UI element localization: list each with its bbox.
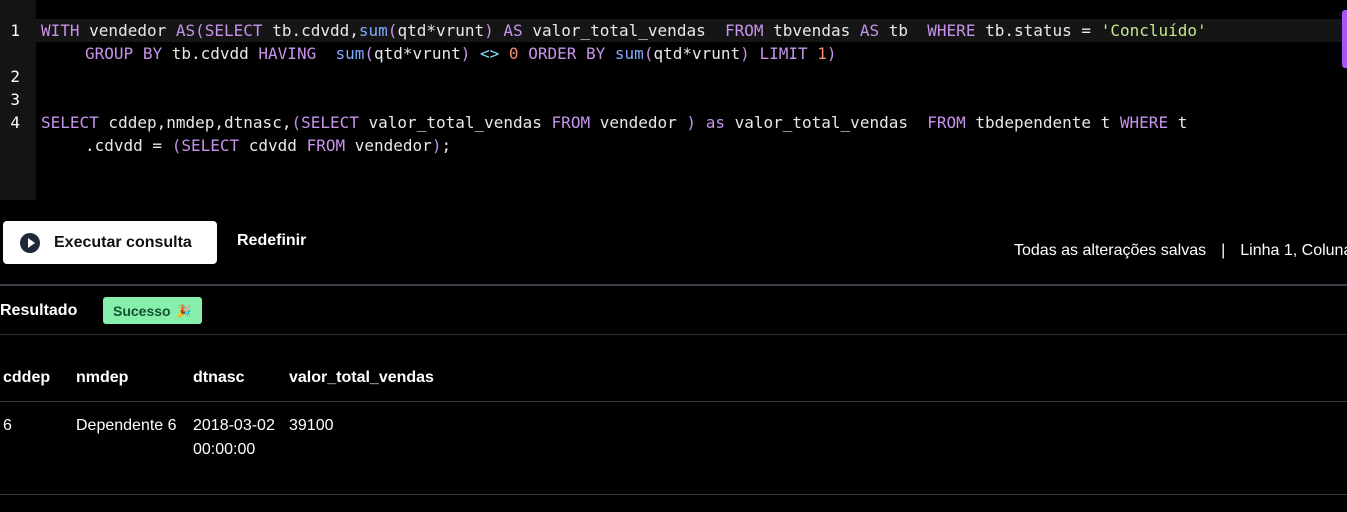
result-title: Resultado — [0, 302, 78, 319]
column-header: nmdep — [76, 369, 129, 386]
table-cell: 39100 — [289, 417, 334, 434]
party-icon: 🎉 — [176, 303, 192, 318]
editor-scrollbar[interactable] — [1342, 10, 1347, 68]
code-line[interactable]: WITH vendedor AS(SELECT tb.cdvdd,sum(qtd… — [41, 19, 1207, 42]
table-cell: Dependente 6 — [76, 417, 177, 434]
save-status: Todas as alterações salvas — [1014, 242, 1207, 259]
status-separator: | — [1221, 242, 1226, 259]
play-icon — [20, 232, 40, 253]
status-badge-label: Sucesso — [113, 302, 171, 319]
run-query-label: Executar consulta — [54, 233, 192, 251]
status-badge: Sucesso 🎉 — [103, 297, 202, 324]
line-number: 1 — [10, 21, 20, 40]
sql-playground: 1 2 3 4 WITH vendedor AS(SELECT tb.cdvdd… — [0, 0, 1347, 512]
cursor-position: Linha 1, Coluna 1 — [1240, 242, 1347, 259]
line-number: 3 — [10, 90, 20, 109]
code-line[interactable]: .cdvdd = (SELECT cdvdd FROM vendedor); — [85, 134, 451, 157]
run-query-button[interactable]: Executar consulta — [3, 221, 217, 264]
code-line[interactable]: GROUP BY tb.cdvdd HAVING sum(qtd*vrunt) … — [85, 42, 837, 65]
table-cell: 6 — [3, 417, 12, 434]
column-header: cddep — [3, 369, 51, 386]
table-cell: 2018-03-02 00:00:00 — [193, 417, 275, 458]
table-row-divider — [0, 494, 1347, 495]
line-number: 4 — [10, 113, 20, 132]
code-line[interactable]: SELECT cddep,nmdep,dtnasc,(SELECT valor_… — [41, 111, 1187, 134]
column-header: dtnasc — [193, 369, 245, 386]
sql-editor[interactable]: 1 2 3 4 WITH vendedor AS(SELECT tb.cdvdd… — [0, 0, 1347, 200]
line-number: 2 — [10, 67, 20, 86]
column-header: valor_total_vendas — [289, 369, 434, 386]
result-header-divider — [0, 334, 1347, 335]
editor-status: Todas as alterações salvas | Linha 1, Colu… — [1014, 242, 1347, 260]
table-header-divider — [0, 401, 1347, 402]
reset-button[interactable]: Redefinir — [237, 232, 306, 250]
toolbar-divider — [0, 284, 1347, 286]
